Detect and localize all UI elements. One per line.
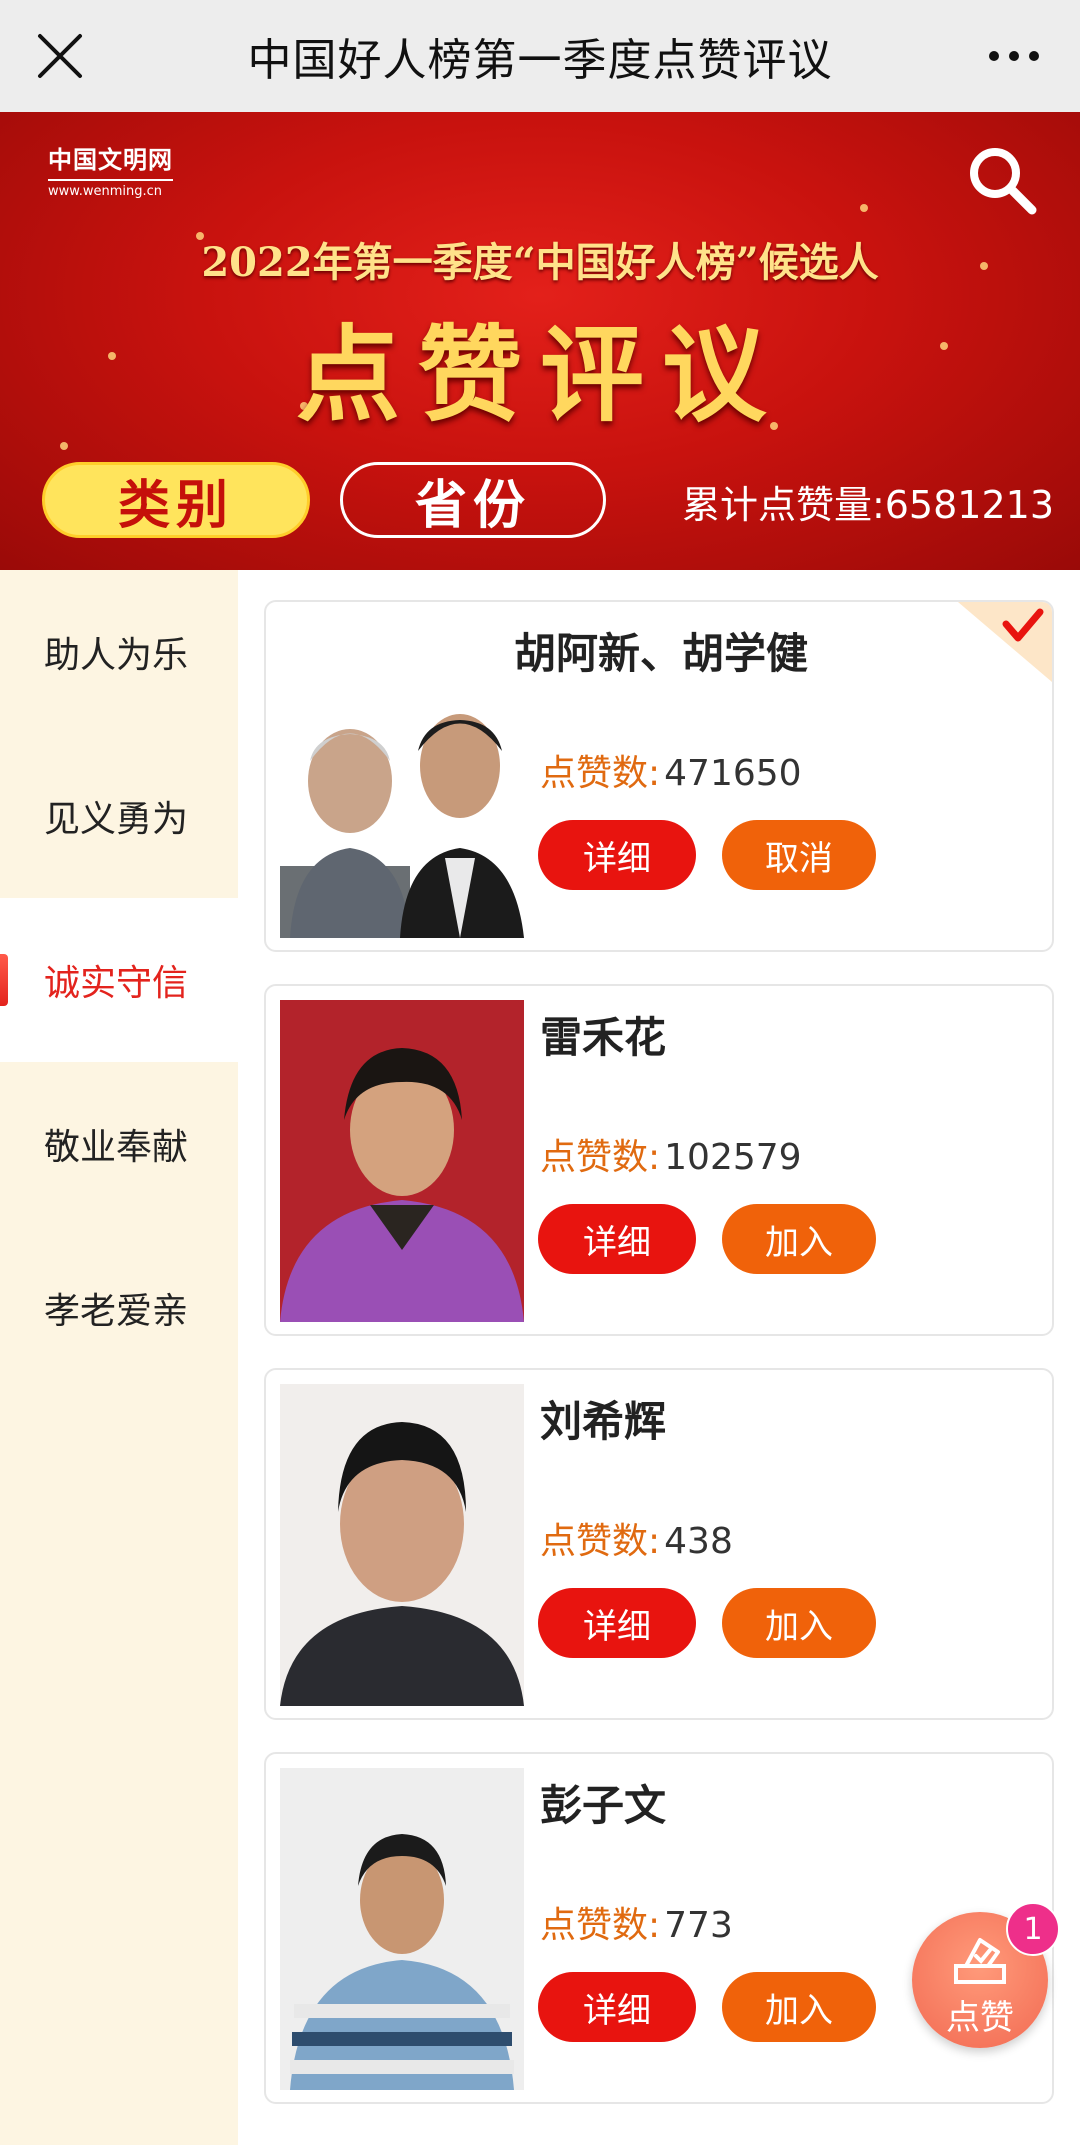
likes-count: 点赞数: 773	[540, 1896, 733, 1948]
like-count-badge: 1	[1006, 1902, 1060, 1956]
sidebar-item-dedication[interactable]: 敬业奉献	[0, 1062, 238, 1226]
join-button[interactable]: 加入	[722, 1972, 876, 2042]
banner-subtitle: 2022年第一季度“中国好人榜”候选人	[201, 239, 879, 286]
sidebar-item-bravery[interactable]: 见义勇为	[0, 734, 238, 898]
header-banner: 中国文明网 www.wenming.cn 2022年第一季度“中国好人榜”候选人…	[0, 112, 1080, 570]
candidate-name: 彭子文	[540, 1781, 667, 1830]
likes-value: 102579	[664, 1137, 802, 1178]
sidebar-item-honesty[interactable]: 诚实守信	[0, 898, 238, 1062]
search-icon[interactable]	[964, 142, 1040, 218]
logo-url: www.wenming.cn	[48, 179, 173, 199]
vote-box-icon	[954, 1938, 1006, 1984]
likes-value: 438	[664, 1521, 733, 1562]
candidate-photo	[280, 1384, 524, 1706]
detail-button[interactable]: 详细	[538, 1588, 696, 1658]
likes-label: 点赞数:	[540, 1137, 661, 1178]
candidate-name: 雷禾花	[540, 1013, 667, 1062]
candidate-card: 刘希辉 点赞数: 438 详细 加入	[264, 1368, 1054, 1720]
candidate-photo	[280, 1000, 524, 1322]
like-fab-label: 点赞	[946, 1998, 1014, 2038]
likes-count: 点赞数: 471650	[540, 744, 802, 796]
likes-value: 773	[664, 1905, 733, 1946]
likes-label: 点赞数:	[540, 753, 661, 794]
join-button[interactable]: 加入	[722, 1204, 876, 1274]
likes-value: 471650	[664, 753, 802, 794]
likes-label: 点赞数:	[540, 1521, 661, 1562]
sidebar-item-helping[interactable]: 助人为乐	[0, 570, 238, 734]
category-button[interactable]: 类别	[42, 462, 310, 538]
total-likes: 累计点赞量:6581213	[681, 483, 1054, 527]
more-icon[interactable]	[984, 36, 1044, 76]
logo-main: 中国文明网	[48, 146, 173, 174]
category-sidebar: 助人为乐 见义勇为 诚实守信 敬业奉献 孝老爱亲	[0, 570, 238, 2145]
sidebar-item-filial[interactable]: 孝老爱亲	[0, 1226, 238, 1390]
likes-count: 点赞数: 438	[540, 1512, 733, 1564]
like-fab-button[interactable]: 点赞 1	[912, 1902, 1060, 2048]
banner-main-title: 点赞评议	[295, 313, 784, 436]
cancel-button[interactable]: 取消	[722, 820, 876, 890]
likes-label: 点赞数:	[540, 1905, 661, 1946]
candidate-photo	[280, 1768, 524, 2090]
page-title: 中国好人榜第一季度点赞评议	[247, 35, 833, 86]
likes-count: 点赞数: 102579	[540, 1128, 802, 1180]
close-icon[interactable]	[32, 28, 88, 84]
detail-button[interactable]: 详细	[538, 1972, 696, 2042]
detail-button[interactable]: 详细	[538, 820, 696, 890]
candidate-card: 胡阿新、胡学健 点赞数: 471650 详细 取消	[264, 600, 1054, 952]
detail-button[interactable]: 详细	[538, 1204, 696, 1274]
province-button[interactable]: 省份	[340, 462, 606, 538]
join-button[interactable]: 加入	[722, 1588, 876, 1658]
candidate-card: 雷禾花 点赞数: 102579 详细 加入	[264, 984, 1054, 1336]
candidate-name: 刘希辉	[540, 1397, 667, 1446]
title-bar: 中国好人榜第一季度点赞评议	[0, 0, 1080, 112]
candidate-name: 胡阿新、胡学健	[513, 629, 808, 678]
site-logo: 中国文明网 www.wenming.cn	[48, 140, 173, 199]
